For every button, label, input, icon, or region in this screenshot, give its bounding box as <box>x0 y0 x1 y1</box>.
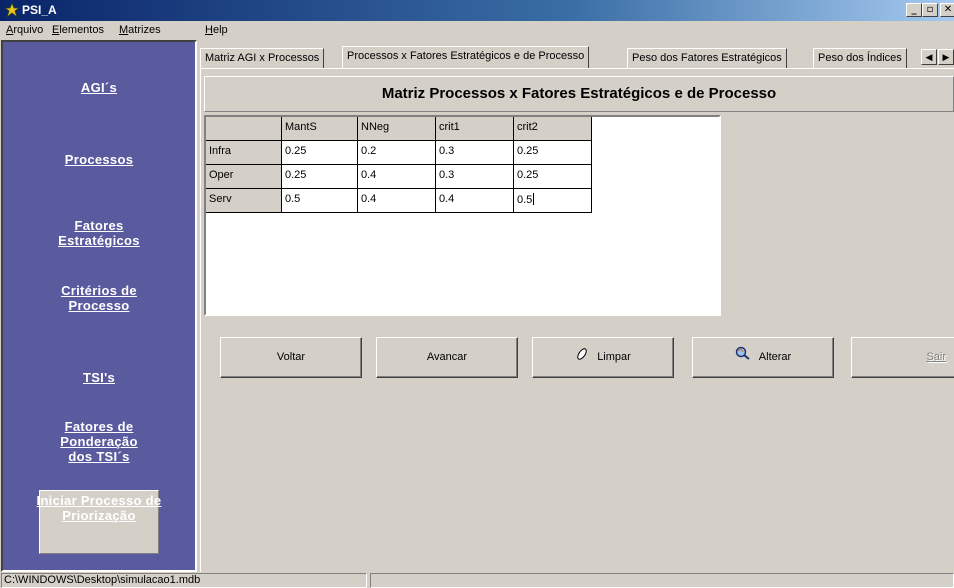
status-bar: C:\WINDOWS\Desktop\simulacao1.mdb <box>0 572 954 588</box>
tab-scroll-left-icon[interactable]: ◀ <box>921 49 937 65</box>
status-file-path: C:\WINDOWS\Desktop\simulacao1.mdb <box>1 573 367 588</box>
sidebar-item-fatores-estrategicos[interactable]: Fatores Estratégicos <box>49 218 149 248</box>
window-title: PSI_A <box>22 3 57 17</box>
grid-cell[interactable]: 0.4 <box>358 165 436 189</box>
minimize-button[interactable]: _ <box>906 3 922 17</box>
edit-button-label: Alterar <box>758 351 792 363</box>
start-prioritization-button[interactable]: Iniciar Processo de Priorização <box>37 490 161 554</box>
maximize-button[interactable]: ▫ <box>922 3 938 17</box>
sidebar-item-agis[interactable]: AGI´s <box>11 80 187 95</box>
sidebar: AGI´s Processos Fatores Estratégicos Cri… <box>1 40 197 572</box>
matrix-title: Matriz Processos x Fatores Estratégicos … <box>204 76 954 112</box>
row-header: Oper <box>206 165 282 189</box>
tab-scroll-right-icon[interactable]: ▶ <box>938 49 954 65</box>
tab-peso-indices[interactable]: Peso dos Índices <box>813 48 907 68</box>
status-panel-secondary <box>370 573 954 588</box>
menu-arquivo[interactable]: Arquivo <box>6 24 43 36</box>
tab-strip: Matriz AGI x Processos Processos x Fator… <box>200 46 954 68</box>
grid-cell[interactable]: 0.4 <box>358 189 436 213</box>
grid-cell[interactable]: 0.2 <box>358 141 436 165</box>
eraser-icon <box>575 338 589 377</box>
grid-cell[interactable]: 0.25 <box>282 141 358 165</box>
text-caret <box>533 193 535 205</box>
grid-cell[interactable]: 0.3 <box>436 165 514 189</box>
back-button-label: Voltar <box>276 351 306 363</box>
grid-cell[interactable]: 0.5 <box>282 189 358 213</box>
column-header: MantS <box>282 117 358 141</box>
exit-button[interactable]: Sair <box>851 337 954 378</box>
clear-button-label: Limpar <box>597 351 631 363</box>
back-button[interactable]: Voltar <box>220 337 362 378</box>
grid-corner <box>206 117 282 141</box>
sidebar-item-fatores-ponderacao[interactable]: Fatores de Ponderação dos TSI´s <box>49 419 149 464</box>
sidebar-item-processos[interactable]: Processos <box>11 152 187 167</box>
tab-peso-fatores[interactable]: Peso dos Fatores Estratégicos <box>627 48 787 68</box>
row-header: Infra <box>206 141 282 165</box>
edit-button[interactable]: Alterar <box>692 337 834 378</box>
grid-cell-editing[interactable]: 0.5 <box>514 189 592 213</box>
column-header: NNeg <box>358 117 436 141</box>
matrix-grid[interactable]: MantS NNeg crit1 crit2 Infra 0.25 0.2 0.… <box>204 115 721 316</box>
next-button-label: Avancar <box>426 351 468 363</box>
menu-help[interactable]: Help <box>205 24 228 36</box>
grid-cell[interactable]: 0.4 <box>436 189 514 213</box>
tab-label: Matriz AGI x Processos <box>205 52 320 64</box>
tab-label: Processos x Fatores Estratégicos e de Pr… <box>347 50 585 62</box>
app-icon <box>4 2 20 18</box>
magnifier-icon <box>735 338 751 377</box>
exit-button-label: Sair <box>926 351 946 363</box>
tab-label: Peso dos Índices <box>818 52 902 64</box>
menu-bar: Arquivo Elementos Matrizes Help <box>0 21 954 40</box>
menu-matrizes[interactable]: Matrizes <box>119 24 161 36</box>
start-prioritization-label: Iniciar Processo de Priorização <box>36 493 162 523</box>
grid-cell[interactable]: 0.3 <box>436 141 514 165</box>
grid-cell[interactable]: 0.25 <box>282 165 358 189</box>
column-header: crit1 <box>436 117 514 141</box>
row-header: Serv <box>206 189 282 213</box>
sidebar-item-tsis[interactable]: TSI's <box>11 370 187 385</box>
tab-label: Peso dos Fatores Estratégicos <box>632 52 782 64</box>
sidebar-item-criterios-de-processo[interactable]: Critérios de Processo <box>54 283 144 313</box>
grid-cell[interactable]: 0.25 <box>514 141 592 165</box>
close-button[interactable]: ✕ <box>940 3 954 17</box>
tab-processos-fatores[interactable]: Processos x Fatores Estratégicos e de Pr… <box>342 46 590 68</box>
menu-elementos[interactable]: Elementos <box>52 24 104 36</box>
column-header: crit2 <box>514 117 592 141</box>
next-button[interactable]: Avancar <box>376 337 518 378</box>
clear-button[interactable]: Limpar <box>532 337 674 378</box>
grid-cell[interactable]: 0.25 <box>514 165 592 189</box>
title-bar: PSI_A _ ▫ ✕ <box>0 0 954 21</box>
tab-matriz-agi-processos[interactable]: Matriz AGI x Processos <box>200 48 325 68</box>
